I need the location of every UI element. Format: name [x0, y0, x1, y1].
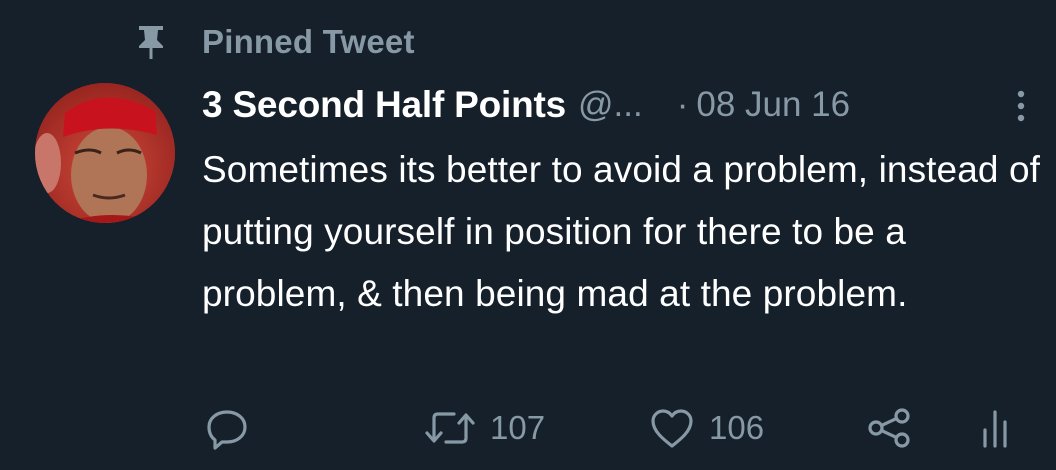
pin-icon	[136, 24, 166, 60]
tweet-text: Sometimes its better to avoid a problem,…	[202, 149, 1041, 314]
author-display-name[interactable]: 3 Second Half Points	[202, 84, 566, 126]
tweet-header: 3 Second Half Points @... · 08 Jun 16	[202, 80, 1042, 130]
retweet-button[interactable]: 107	[424, 400, 545, 456]
reply-button[interactable]	[205, 400, 263, 456]
pinned-label: Pinned Tweet	[202, 23, 415, 60]
retweet-count: 107	[490, 409, 546, 446]
reply-icon	[205, 406, 249, 450]
author-handle[interactable]: @...	[578, 85, 643, 125]
like-button[interactable]: 106	[649, 400, 764, 456]
meta-separator: ·	[676, 85, 689, 124]
heart-icon	[649, 406, 695, 450]
tweet-date[interactable]: 08 Jun 16	[696, 85, 850, 125]
more-options-icon[interactable]	[1012, 86, 1030, 126]
avatar[interactable]	[35, 83, 175, 223]
share-icon	[866, 406, 912, 450]
analytics-icon	[980, 406, 1010, 450]
tweet-card[interactable]: Pinned Tweet 3 Second Half Points @... ·…	[0, 0, 1056, 470]
action-bar: 107 106	[0, 400, 1056, 456]
retweet-icon	[424, 406, 476, 450]
like-count: 106	[709, 409, 765, 446]
pinned-indicator: Pinned Tweet	[136, 22, 415, 62]
analytics-button[interactable]	[980, 400, 1010, 456]
share-button[interactable]	[866, 400, 912, 456]
